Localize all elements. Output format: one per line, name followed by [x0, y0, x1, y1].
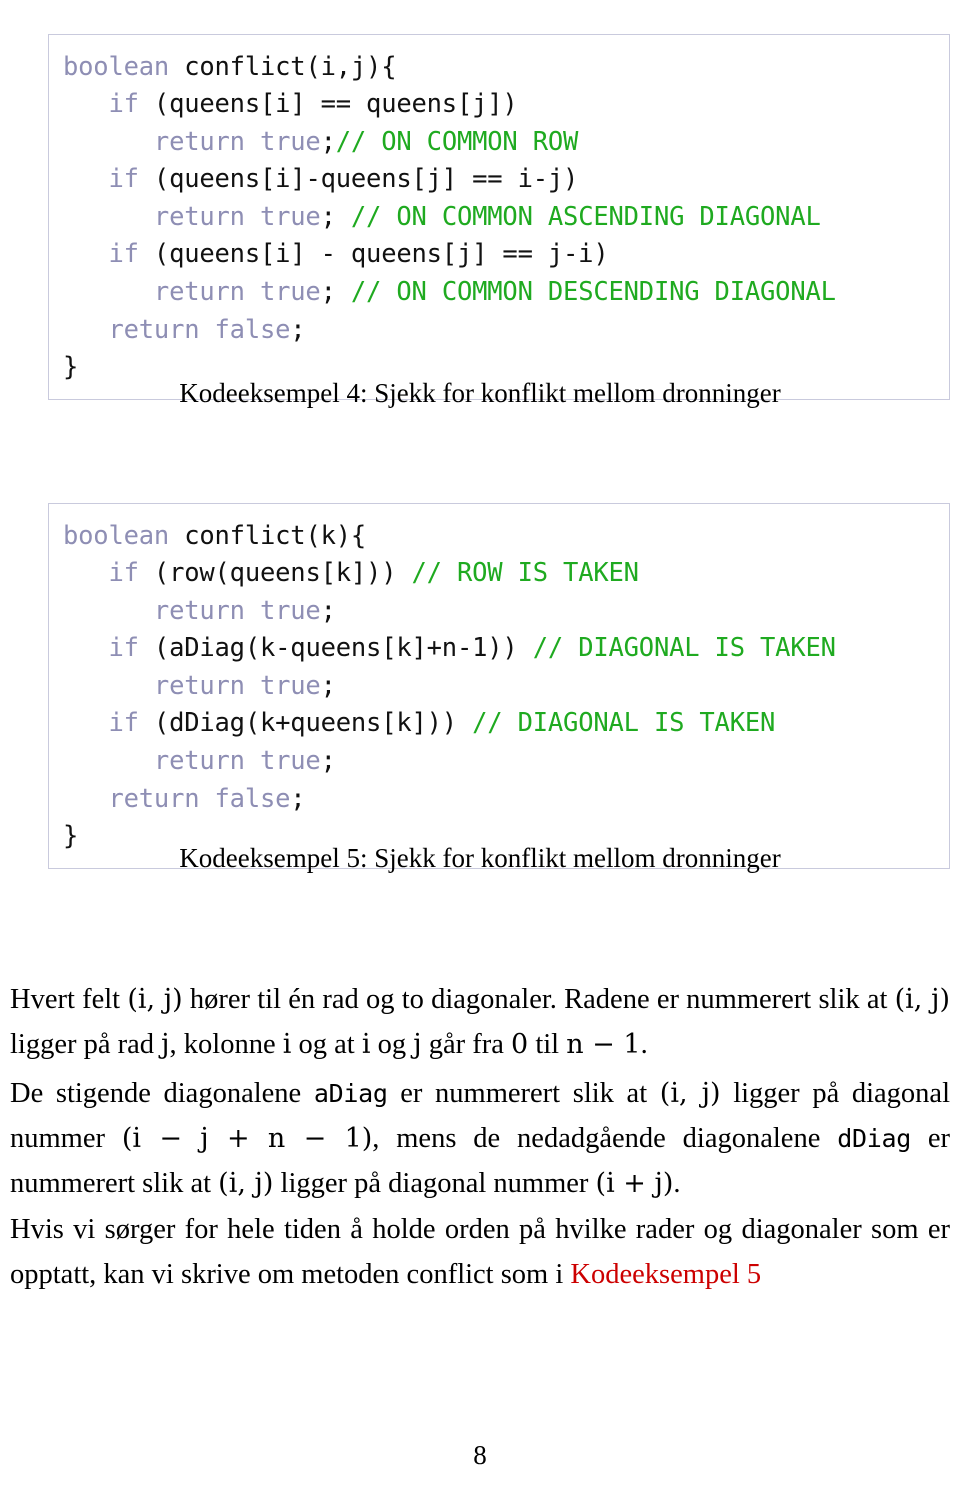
text-run: går fra [421, 1028, 511, 1060]
code-token-pl: (queens[i] == queens[j]) [138, 89, 518, 120]
code-token-kw: if [63, 633, 139, 664]
code-token-pl: (row(queens[k])) [138, 558, 412, 589]
text-run: De stigende diagonalene [10, 1077, 314, 1109]
text-run: og at [291, 1028, 362, 1060]
code-token-pl: ; [320, 277, 351, 308]
code-token-pl: (aDiag(k-queens[k]+n-1)) [138, 633, 533, 664]
code-line: return true;// ON COMMON ROW [63, 124, 949, 162]
inline-code: dDiag [837, 1123, 911, 1153]
code-token-cm: // DIAGONAL IS TAKEN [472, 708, 776, 739]
body-paragraph-2: De stigende diagonalene aDiag er nummere… [10, 1071, 950, 1206]
code-line: return true; [63, 743, 949, 781]
inline-code: aDiag [313, 1078, 388, 1108]
code-token-cm: // DIAGONAL IS TAKEN [532, 633, 836, 664]
text-run: ligger på rad [10, 1028, 162, 1060]
code-line: if (queens[i] == queens[j]) [63, 86, 949, 124]
code-token-kw: return true [63, 201, 321, 232]
text-run: . [640, 1028, 648, 1060]
code-line: return true; [63, 593, 949, 631]
code-token-pl: ; [320, 670, 336, 701]
code-token-kw: if [63, 89, 139, 120]
code-token-kw: if [63, 558, 139, 589]
code-line: boolean conflict(i,j){ [63, 49, 949, 87]
math-variable: (i, j) [894, 983, 950, 1015]
code-token-cm: // ON COMMON ROW [335, 126, 579, 157]
code-line: return true; // ON COMMON ASCENDING DIAG… [63, 199, 949, 237]
code-token-pl: (queens[i] - queens[j] == j-i) [138, 239, 609, 270]
code-line: return true; // ON COMMON DESCENDING DIA… [63, 274, 949, 312]
code-token-pl: conflict(i,j){ [169, 51, 397, 82]
math-variable: j [161, 1028, 170, 1060]
body-paragraph-3: Hvis vi sørger for hele tiden å holde or… [10, 1207, 950, 1297]
text-run: er nummerert slik at [387, 1077, 660, 1109]
code-line: return true; [63, 668, 949, 706]
code-token-pl: conflict(k){ [169, 520, 367, 551]
code-line: if (row(queens[k])) // ROW IS TAKEN [63, 555, 949, 593]
code-token-pl: (dDiag(k+queens[k])) [138, 708, 473, 739]
text-run: og [370, 1028, 414, 1060]
code-token-kw: return true [63, 595, 321, 626]
math-variable: (i, j) [127, 983, 183, 1015]
code-token-cm: // ON COMMON DESCENDING DIAGONAL [350, 277, 836, 308]
math-variable: (i, j) [659, 1077, 721, 1109]
math-variable: j [413, 1028, 422, 1060]
code-token-pl: ; [320, 201, 351, 232]
math-variable: 0 [511, 1028, 529, 1060]
code-line: if (dDiag(k+queens[k])) // DIAGONAL IS T… [63, 705, 949, 743]
text-run: til [528, 1028, 567, 1060]
code-token-pl: ; [320, 126, 336, 157]
code-token-kw: return false [63, 783, 291, 814]
math-variable: (i + j) [595, 1167, 674, 1199]
code-token-kw: if [63, 708, 139, 739]
code-block-kodeeksempel-5: boolean conflict(k){ if (row(queens[k]))… [48, 502, 950, 869]
code-token-kw: boolean [63, 520, 170, 551]
text-run: , mens de nedadgående diagonalene [372, 1122, 838, 1154]
code-token-pl: ; [290, 314, 306, 345]
document-page: boolean conflict(i,j){ if (queens[i] == … [0, 0, 960, 1492]
code-line: return false; [63, 312, 949, 350]
text-run: Hvert felt [10, 983, 128, 1015]
code-token-cm: // ON COMMON ASCENDING DIAGONAL [350, 201, 821, 232]
code-line: if (aDiag(k-queens[k]+n-1)) // DIAGONAL … [63, 630, 949, 668]
code-token-kw: return true [63, 277, 321, 308]
code-token-kw: boolean [63, 51, 170, 82]
text-run: , kolonne [169, 1028, 283, 1060]
cross-reference-link[interactable]: Kodeeksempel 5 [570, 1259, 761, 1290]
code-line: boolean conflict(k){ [63, 518, 949, 556]
code-token-kw: return true [63, 126, 321, 157]
code-token-kw: return true [63, 670, 321, 701]
code-token-pl: ; [320, 595, 336, 626]
text-run: Hvis vi sørger for hele tiden å holde or… [10, 1213, 950, 1290]
math-variable: n − 1 [566, 1028, 641, 1060]
code-line: if (queens[i] - queens[j] == j-i) [63, 236, 949, 274]
page-number: 8 [473, 1440, 487, 1470]
text-run: ligger på diagonal nummer [273, 1167, 596, 1199]
code-token-pl: ; [320, 746, 336, 777]
math-variable: (i − j + n − 1) [121, 1122, 373, 1154]
code-token-kw: return true [63, 746, 321, 777]
math-variable: (i, j) [218, 1167, 274, 1199]
code-token-kw: return false [63, 314, 291, 345]
code-caption-kodeeksempel-5: Kodeeksempel 5: Sjekk for konflikt mello… [179, 843, 781, 873]
code-token-kw: if [63, 239, 139, 270]
text-run: . [673, 1167, 681, 1199]
body-paragraph-1: Hvert felt (i, j) hører til én rad og to… [10, 977, 950, 1067]
text-run: hører til én rad og to diagonaler. Raden… [182, 983, 895, 1015]
code-token-pl: (queens[i]-queens[j] == i-j) [138, 164, 579, 195]
code-block-kodeeksempel-4: boolean conflict(i,j){ if (queens[i] == … [48, 33, 950, 400]
code-token-kw: if [63, 164, 139, 195]
code-line: if (queens[i]-queens[j] == i-j) [63, 161, 949, 199]
code-line: return false; [63, 781, 949, 819]
code-token-pl: ; [290, 783, 306, 814]
code-token-cm: // ROW IS TAKEN [411, 558, 639, 589]
code-caption-kodeeksempel-4: Kodeeksempel 4: Sjekk for konflikt mello… [179, 378, 781, 408]
